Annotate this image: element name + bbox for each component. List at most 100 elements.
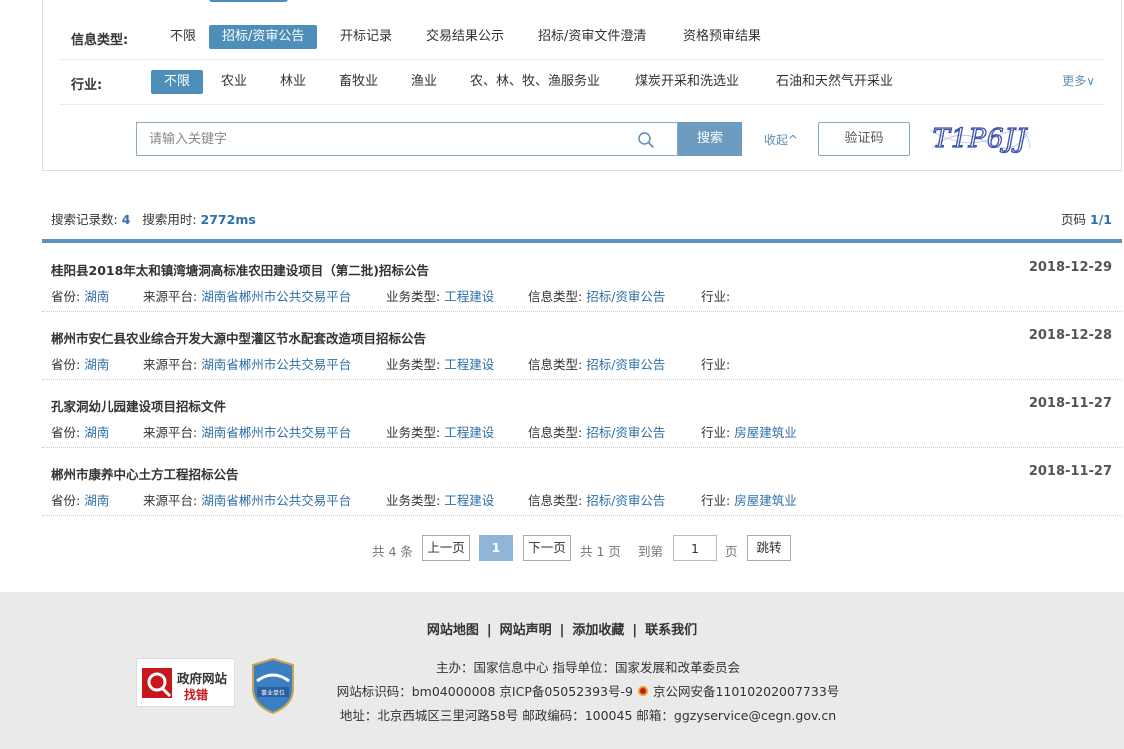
business-type-label: 业务类型: xyxy=(386,289,441,304)
total-count-text: 共 4 条 xyxy=(372,544,413,559)
info-type-option-any[interactable]: 不限 xyxy=(157,25,209,49)
industry-link[interactable]: 房屋建筑业 xyxy=(734,425,797,440)
info-type-meta-label: 信息类型: xyxy=(528,289,583,304)
business-type-link[interactable]: 工程建设 xyxy=(444,493,494,508)
search-time: 2772ms xyxy=(200,212,256,227)
footer: 网站地图 | 网站声明 | 添加收藏 | 联系我们 政府网站 找错 事业单位 主办：国家信息… xyxy=(0,592,1124,749)
info-type-meta-label: 信息类型: xyxy=(528,425,583,440)
goto-label: 到第 xyxy=(638,544,664,559)
province-label: 省份: xyxy=(51,425,81,440)
province-link[interactable]: 湖南 xyxy=(84,425,109,440)
industry-option-oil-gas[interactable]: 石油和天然气开采业 xyxy=(763,70,906,94)
record-count: 4 xyxy=(121,212,131,227)
industry-option-fishery[interactable]: 渔业 xyxy=(398,70,450,94)
info-type-filter-row: 信息类型: 不限 招标/资审公告 开标记录 交易结果公示 招标/资审文件澄清 资… xyxy=(61,15,1103,60)
industry-link[interactable]: 房屋建筑业 xyxy=(734,493,797,508)
search-time-label: 搜索用时: xyxy=(142,212,197,227)
captcha-image[interactable]: T1P6JJ xyxy=(928,118,1032,158)
search-button[interactable]: 搜索 xyxy=(678,122,742,156)
search-icon[interactable] xyxy=(637,131,655,149)
industry-filter-row: 行业: 不限 农业 林业 畜牧业 渔业 农、林、牧、渔服务业 煤炭开采和洗选业 … xyxy=(61,60,1103,105)
industry-option-any[interactable]: 不限 xyxy=(151,70,204,94)
result-date: 2018-11-27 xyxy=(1028,396,1112,411)
province-label: 省份: xyxy=(51,289,81,304)
result-title[interactable]: 桂阳县2018年太和镇湾塘洞高标准农田建设项目（第二批)招标公告 xyxy=(51,260,429,279)
info-type-option-result-publicity[interactable]: 交易结果公示 xyxy=(413,25,517,49)
current-page-number[interactable]: 1 xyxy=(479,535,513,561)
result-date: 2018-12-29 xyxy=(1028,260,1112,275)
result-title[interactable]: 郴州市康养中心土方工程招标公告 xyxy=(51,464,239,483)
captcha-text: T1P6JJ xyxy=(933,124,1028,154)
info-type-link[interactable]: 招标/资审公告 xyxy=(586,289,665,304)
goto-page-unit: 页 xyxy=(725,544,738,559)
info-type-option-tender-notice[interactable]: 招标/资审公告 xyxy=(209,25,318,49)
industry-option-agriculture[interactable]: 农业 xyxy=(208,70,260,94)
business-type-link[interactable]: 工程建设 xyxy=(444,357,494,372)
result-item: 桂阳县2018年太和镇湾塘洞高标准农田建设项目（第二批)招标公告 2018-12… xyxy=(42,244,1122,312)
province-link[interactable]: 湖南 xyxy=(84,289,109,304)
industry-more-link[interactable]: 更多∨ xyxy=(1062,72,1095,89)
goto-page-input[interactable] xyxy=(673,535,717,561)
industry-label: 行业: xyxy=(71,78,103,93)
footer-link-sitemap[interactable]: 网站地图 xyxy=(427,623,479,638)
info-type-option-bid-opening[interactable]: 开标记录 xyxy=(327,25,405,49)
info-type-option-prequal-result[interactable]: 资格预审结果 xyxy=(670,25,774,49)
province-link[interactable]: 湖南 xyxy=(84,357,109,372)
info-type-label: 信息类型: xyxy=(71,33,129,48)
source-link[interactable]: 湖南省郴州市公共交易平台 xyxy=(201,493,351,508)
next-page-button[interactable]: 下一页 xyxy=(523,535,571,561)
police-record-link[interactable]: 京公网安备11010202007733号 xyxy=(653,684,839,699)
info-type-meta-label: 信息类型: xyxy=(528,357,583,372)
search-summary: 搜索记录数: 4 搜索用时: 2772ms xyxy=(51,209,256,228)
source-label: 来源平台: xyxy=(143,289,198,304)
footer-link-bookmark[interactable]: 添加收藏 xyxy=(572,623,624,638)
business-type-label: 业务类型: xyxy=(386,357,441,372)
total-pages-text: 共 1 页 xyxy=(580,544,621,559)
search-input[interactable] xyxy=(137,123,641,155)
info-type-option-clarification[interactable]: 招标/资审文件澄清 xyxy=(525,25,659,49)
result-date: 2018-11-27 xyxy=(1028,464,1112,479)
footer-address-line: 地址：北京西城区三里河路58号 邮政编码：100045 邮箱：ggzyservi… xyxy=(339,708,837,723)
result-item: 郴州市安仁县农业综合开发大源中型灌区节水配套改造项目招标公告 2018-12-2… xyxy=(42,312,1122,380)
business-type-link[interactable]: 工程建设 xyxy=(444,425,494,440)
business-type-link[interactable]: 工程建设 xyxy=(444,289,494,304)
industry-option-agri-services[interactable]: 农、林、牧、渔服务业 xyxy=(457,70,613,94)
source-link[interactable]: 湖南省郴州市公共交易平台 xyxy=(201,357,351,372)
page-indicator-value: 1/1 xyxy=(1090,212,1112,227)
business-type-label: 业务类型: xyxy=(386,425,441,440)
icp-text: 网站标识码：bm04000008 京ICP备05052393号-9 xyxy=(336,684,633,699)
source-link[interactable]: 湖南省郴州市公共交易平台 xyxy=(201,289,351,304)
search-box xyxy=(136,122,678,156)
info-type-link[interactable]: 招标/资审公告 xyxy=(586,493,665,508)
result-title[interactable]: 孔家洞幼儿园建设项目招标文件 xyxy=(51,396,226,415)
police-emblem-icon xyxy=(637,686,648,696)
industry-option-livestock[interactable]: 畜牧业 xyxy=(326,70,391,94)
results-divider xyxy=(42,239,1122,243)
industry-meta-label: 行业: xyxy=(701,357,731,372)
footer-link-statement[interactable]: 网站声明 xyxy=(500,623,552,638)
prev-page-button[interactable]: 上一页 xyxy=(422,535,470,561)
info-type-link[interactable]: 招标/资审公告 xyxy=(586,425,665,440)
captcha-button[interactable]: 验证码 xyxy=(818,122,910,156)
footer-links: 网站地图 | 网站声明 | 添加收藏 | 联系我们 xyxy=(426,623,698,638)
result-item: 孔家洞幼儿园建设项目招标文件 2018-11-27 省份: 湖南 来源平台: 湖… xyxy=(42,380,1122,448)
result-item: 郴州市康养中心土方工程招标公告 2018-11-27 省份: 湖南 来源平台: … xyxy=(42,448,1122,516)
page-indicator: 页码 1/1 xyxy=(1061,209,1112,228)
industry-option-coal-mining[interactable]: 煤炭开采和洗选业 xyxy=(622,70,752,94)
footer-link-contact[interactable]: 联系我们 xyxy=(645,623,697,638)
jump-button[interactable]: 跳转 xyxy=(747,535,791,561)
info-type-link[interactable]: 招标/资审公告 xyxy=(586,357,665,372)
industry-option-forestry[interactable]: 林业 xyxy=(267,70,319,94)
source-label: 来源平台: xyxy=(143,425,198,440)
province-label: 省份: xyxy=(51,357,81,372)
collapse-link[interactable]: 收起^ xyxy=(764,131,798,148)
industry-meta-label: 行业: xyxy=(701,493,731,508)
province-link[interactable]: 湖南 xyxy=(84,493,109,508)
record-count-label: 搜索记录数: xyxy=(51,212,118,227)
source-link[interactable]: 湖南省郴州市公共交易平台 xyxy=(201,425,351,440)
industry-meta-label: 行业: xyxy=(701,289,731,304)
industry-meta-label: 行业: xyxy=(701,425,731,440)
result-date: 2018-12-28 xyxy=(1028,328,1112,343)
result-title[interactable]: 郴州市安仁县农业综合开发大源中型灌区节水配套改造项目招标公告 xyxy=(51,328,426,347)
footer-icp-line: 网站标识码：bm04000008 京ICP备05052393号-9 京公网安备1… xyxy=(0,681,1124,700)
